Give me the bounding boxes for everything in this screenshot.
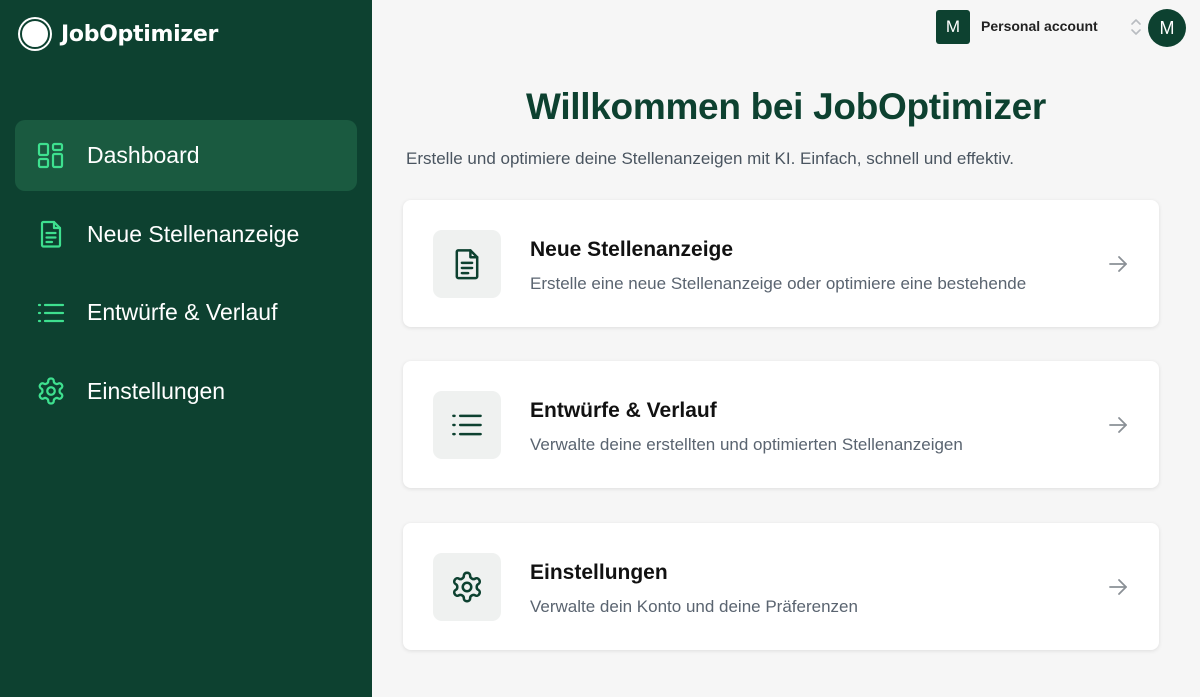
chevron-up-down-icon[interactable] <box>1129 17 1143 37</box>
card-icon-container <box>433 230 501 298</box>
page-subtitle: Erstelle und optimiere deine Stellenanze… <box>406 149 1014 168</box>
gear-icon <box>452 571 482 603</box>
sidebar-item-label: Neue Stellenanzeige <box>87 220 300 247</box>
card-neue-stellenanzeige[interactable]: Neue Stellenanzeige Erstelle eine neue S… <box>403 200 1159 327</box>
sidebar-item-label: Einstellungen <box>87 377 226 404</box>
card-description: Erstelle eine neue Stellenanzeige oder o… <box>530 274 1027 293</box>
card-icon-container <box>433 553 501 621</box>
brand-logo-icon <box>20 19 50 49</box>
sidebar-item-einstellungen[interactable]: Einstellungen <box>15 356 357 427</box>
arrow-right-icon <box>1109 417 1127 433</box>
sidebar-item-label: Dashboard <box>87 142 200 168</box>
sidebar-item-neue-stellenanzeige[interactable]: Neue Stellenanzeige <box>15 199 357 270</box>
arrow-right-icon <box>1109 256 1127 272</box>
sidebar-item-label: Entwürfe & Verlauf <box>87 299 278 325</box>
account-switcher-label[interactable]: Personal account <box>981 18 1098 34</box>
document-icon <box>36 219 66 249</box>
card-title: Entwürfe & Verlauf <box>530 399 717 422</box>
card-title: Neue Stellenanzeige <box>530 238 734 261</box>
list-icon <box>36 298 66 328</box>
sidebar: JobOptimizer Dashboard Neue Stellenanzei… <box>0 0 372 697</box>
card-icon-container <box>433 391 501 459</box>
card-entwuerfe-verlauf[interactable]: Entwürfe & Verlauf Verwalte deine erstel… <box>403 361 1159 488</box>
card-description: Verwalte deine erstellten und optimierte… <box>530 435 963 454</box>
account-badge[interactable]: M <box>936 10 970 44</box>
dashboard-grid-icon <box>36 141 66 171</box>
card-einstellungen[interactable]: Einstellungen Verwalte dein Konto und de… <box>403 523 1159 650</box>
avatar[interactable]: M <box>1148 9 1186 47</box>
document-icon <box>455 249 479 280</box>
gear-icon <box>36 376 66 406</box>
list-icon <box>452 414 482 436</box>
sidebar-item-dashboard[interactable]: Dashboard <box>15 120 357 191</box>
card-description: Verwalte dein Konto und deine Präferenze… <box>530 597 858 616</box>
page-title: Willkommen bei JobOptimizer <box>526 86 1046 127</box>
sidebar-item-entwuerfe-verlauf[interactable]: Entwürfe & Verlauf <box>15 277 357 348</box>
sidebar-nav: Dashboard Neue Stellenanzeige Entwürfe &… <box>15 120 357 434</box>
brand-name: JobOptimizer <box>61 21 218 47</box>
card-title: Einstellungen <box>530 561 668 584</box>
brand[interactable]: JobOptimizer <box>20 19 218 49</box>
arrow-right-icon <box>1109 579 1127 595</box>
